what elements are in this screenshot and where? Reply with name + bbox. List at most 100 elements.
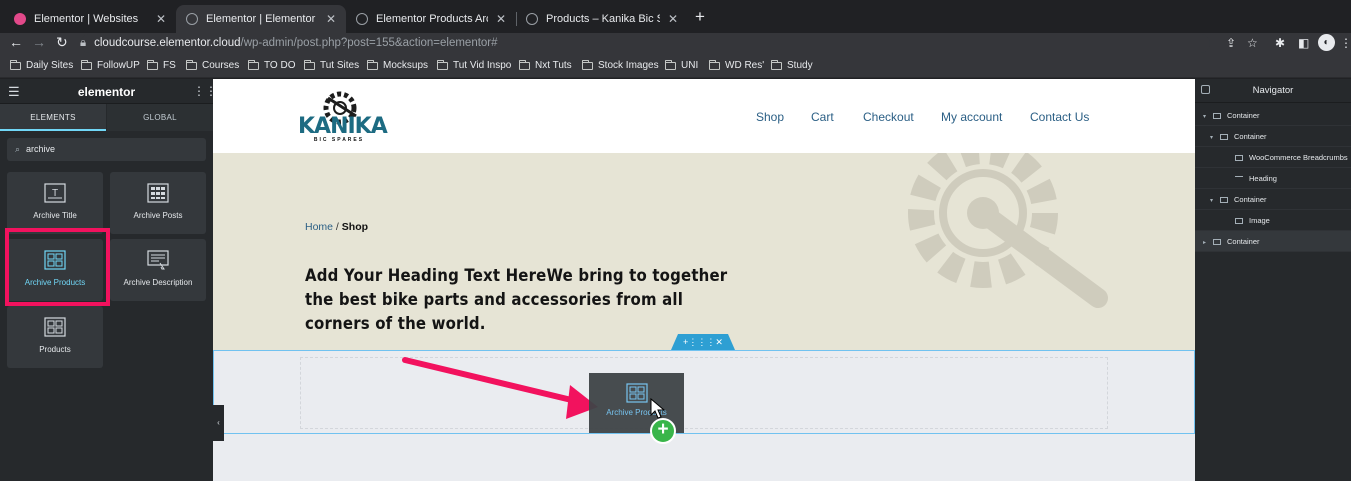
bookmarks-bar: Daily Sites FollowUP FS Courses TO DO Tu… <box>0 55 1351 78</box>
bookmark-folder[interactable]: Mocksups <box>367 59 428 71</box>
panel-tabs: ELEMENTS GLOBAL <box>0 104 213 131</box>
collapse-panel-icon[interactable]: ‹ <box>213 405 224 441</box>
bookmark-folder[interactable]: UNI <box>665 59 698 71</box>
side-panel-icon[interactable]: ◧ <box>1298 36 1309 50</box>
url-path: /wp-admin/post.php?post=155&action=eleme… <box>240 37 498 49</box>
breadcrumbs-icon <box>1235 155 1243 162</box>
close-icon[interactable]: ✕ <box>326 12 336 26</box>
menu-item-checkout[interactable]: Checkout <box>863 110 914 124</box>
widget-archive-description[interactable]: Archive Description <box>110 239 206 301</box>
bookmark-folder[interactable]: Daily Sites <box>10 59 73 71</box>
tab-elements[interactable]: ELEMENTS <box>0 104 106 131</box>
widget-archive-posts[interactable]: Archive Posts <box>110 172 206 234</box>
bookmark-folder[interactable]: FollowUP <box>81 59 140 71</box>
navigator-item[interactable]: ▾ Container <box>1195 126 1351 147</box>
navigator-item[interactable]: Image <box>1195 210 1351 231</box>
navigator-title: Navigator <box>1252 85 1294 96</box>
hero-heading[interactable]: Add Your Heading Text HereWe bring to to… <box>305 264 745 336</box>
tab-title: Products – Kanika Bic Spares <box>546 13 660 25</box>
widget-label: Archive Posts <box>133 211 183 220</box>
widget-archive-title[interactable]: T Archive Title <box>7 172 103 234</box>
caret-right-icon[interactable]: ▸ <box>1203 233 1211 254</box>
navigator-header: Navigator <box>1195 79 1351 103</box>
lock-icon: 🔒︎ <box>80 37 87 49</box>
new-tab-icon[interactable]: + <box>695 7 705 27</box>
bookmark-folder[interactable]: Tut Vid Inspo <box>437 59 511 71</box>
close-icon[interactable]: ✕ <box>668 12 678 26</box>
caret-down-icon[interactable]: ▾ <box>1203 107 1211 128</box>
delete-container-icon[interactable]: ✕ <box>715 337 723 348</box>
elementor-logo: elementor <box>77 85 136 99</box>
breadcrumb-home-link[interactable]: Home <box>305 221 333 233</box>
site-header: KANIKA BIC SPARES Shop Cart Checkout My … <box>213 79 1195 153</box>
caret-down-icon[interactable]: ▾ <box>1210 128 1218 149</box>
wordpress-icon <box>356 13 368 25</box>
widget-products[interactable]: Products <box>7 306 103 368</box>
menu-item-my-account[interactable]: My account <box>941 110 1002 124</box>
folder-icon <box>665 59 676 70</box>
container-icon <box>1220 197 1228 204</box>
browser-tab[interactable]: Elementor | Websites ✕ <box>4 5 176 33</box>
folder-icon <box>367 59 378 70</box>
navigator-item[interactable]: Heading <box>1195 168 1351 189</box>
forward-arrow-icon[interactable]: → <box>32 34 46 50</box>
navigator-item[interactable]: WooCommerce Breadcrumbs <box>1195 147 1351 168</box>
navigator-item[interactable]: ▾ Container <box>1195 189 1351 210</box>
browser-tab[interactable]: Elementor Products Archive #1 ✕ <box>346 5 516 33</box>
navigator-item-selected[interactable]: ▸ Container <box>1195 231 1351 252</box>
container-icon <box>1220 134 1228 141</box>
browser-tab-active[interactable]: Elementor | Elementor Product ✕ <box>176 5 346 33</box>
bookmark-star-icon[interactable]: ☆ <box>1247 36 1258 50</box>
globe-icon <box>186 13 198 25</box>
wordpress-icon <box>526 13 538 25</box>
tab-global[interactable]: GLOBAL <box>107 104 213 131</box>
menu-item-cart[interactable]: Cart <box>811 110 834 124</box>
address-bar-row: ← → ↻ 🔒︎ cloudcourse.elementor.cloud/wp-a… <box>0 33 1351 55</box>
reload-icon[interactable]: ↻ <box>56 34 68 51</box>
bookmark-folder[interactable]: WD Res' <box>709 59 764 71</box>
bookmark-folder[interactable]: Stock Images <box>582 59 659 71</box>
archive-products-icon <box>625 383 648 403</box>
menu-kebab-icon[interactable]: ⋮ <box>1340 36 1351 50</box>
menu-item-contact-us[interactable]: Contact Us <box>1030 110 1089 124</box>
svg-text:T: T <box>52 188 58 199</box>
navigator-item[interactable]: ▾ Container <box>1195 105 1351 126</box>
elementor-favicon-icon <box>14 13 26 25</box>
widget-search-input[interactable]: ⌕ archive <box>7 138 206 161</box>
container-icon <box>1213 113 1221 120</box>
browser-tab[interactable]: Products – Kanika Bic Spares ✕ <box>516 5 688 33</box>
bookmark-folder[interactable]: FS <box>147 59 176 71</box>
folder-icon <box>10 59 21 70</box>
drag-handle-icon[interactable]: ⋮⋮⋮ <box>688 337 715 348</box>
bookmark-folder[interactable]: Study <box>771 59 813 71</box>
folder-icon <box>248 59 259 70</box>
products-icon <box>44 317 66 337</box>
search-icon: ⌕ <box>15 144 21 154</box>
close-icon[interactable]: ✕ <box>496 12 506 26</box>
widget-label: Archive Description <box>123 278 193 287</box>
url-host: cloudcourse.elementor.cloud <box>94 37 241 49</box>
close-icon[interactable]: ✕ <box>156 12 166 26</box>
bookmark-folder[interactable]: Tut Sites <box>304 59 359 71</box>
bookmark-folder[interactable]: Nxt Tuts <box>519 59 572 71</box>
breadcrumb-separator: / <box>333 221 342 233</box>
menu-item-shop[interactable]: Shop <box>756 110 784 124</box>
extensions-puzzle-icon[interactable]: ✱ <box>1275 36 1285 50</box>
empty-container-drop-zone[interactable] <box>213 350 1195 434</box>
folder-icon <box>186 59 197 70</box>
caret-down-icon[interactable]: ▾ <box>1210 191 1218 212</box>
site-logo[interactable]: KANIKA BIC SPARES <box>298 88 388 146</box>
bookmark-folder[interactable]: Courses <box>186 59 239 71</box>
widget-label: Products <box>39 345 71 354</box>
bookmark-folder[interactable]: TO DO <box>248 59 295 71</box>
navigator-panel: Navigator ▾ Container ▾ Container WooComme… <box>1195 79 1351 481</box>
back-arrow-icon[interactable]: ← <box>9 34 23 50</box>
container-handle[interactable]: + ⋮⋮⋮ ✕ <box>671 334 735 350</box>
widget-label: Archive Title <box>33 211 77 220</box>
folder-icon <box>709 59 720 70</box>
share-icon[interactable]: ⇪ <box>1226 36 1236 50</box>
folder-icon <box>437 59 448 70</box>
logo-subtext: BIC SPARES <box>313 137 365 143</box>
url-field[interactable]: 🔒︎ cloudcourse.elementor.cloud/wp-admin/p… <box>80 34 1210 53</box>
profile-avatar[interactable]: ◐ <box>1318 34 1335 51</box>
